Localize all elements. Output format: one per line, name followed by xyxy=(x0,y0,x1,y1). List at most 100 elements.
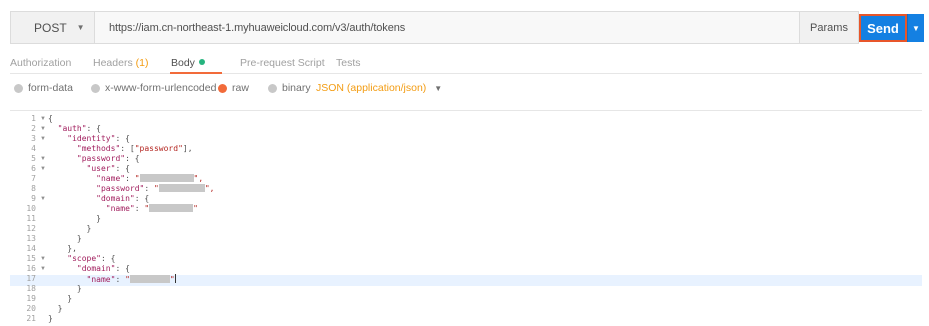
json-key: "name" xyxy=(86,275,116,284)
fold-toggle-icon[interactable]: ▼ xyxy=(40,114,46,124)
tab-label: Tests xyxy=(336,57,361,69)
tab-label: Authorization xyxy=(10,57,72,69)
radio-label: form-data xyxy=(28,82,73,94)
fold-toggle-icon[interactable]: ▼ xyxy=(40,194,46,204)
json-key: "scope" xyxy=(67,254,101,263)
tab-body[interactable]: Body xyxy=(171,57,205,69)
line-number: 15 xyxy=(26,254,36,263)
radio-label: x-www-form-urlencoded xyxy=(105,82,217,94)
json-punctuation xyxy=(48,154,77,163)
json-punctuation: ], xyxy=(182,144,193,153)
tab-label: Headers xyxy=(93,57,133,69)
line-number: 4 xyxy=(31,144,36,153)
code-line: } xyxy=(48,284,82,294)
code-line: "password": " ", xyxy=(48,184,214,194)
line-number: 20 xyxy=(26,304,36,313)
radio-label: raw xyxy=(232,82,249,94)
text-cursor xyxy=(174,274,176,283)
json-punctuation: }, xyxy=(48,244,77,253)
json-punctuation: : { xyxy=(100,254,116,263)
line-number: 3 xyxy=(31,134,36,143)
radio-raw[interactable]: raw xyxy=(218,82,249,94)
line-number: 17 xyxy=(26,274,36,283)
json-punctuation: : xyxy=(134,204,145,213)
json-punctuation: { xyxy=(48,114,53,123)
json-punctuation xyxy=(48,124,58,133)
url-input[interactable]: https://iam.cn-northeast-1.myhuaweicloud… xyxy=(94,11,800,44)
json-punctuation: : { xyxy=(115,164,130,173)
json-key: "methods" xyxy=(76,144,121,153)
json-key: "name" xyxy=(96,174,126,183)
line-number: 6 xyxy=(31,164,36,173)
method-select[interactable]: POST ▼ xyxy=(10,11,94,44)
json-punctuation xyxy=(48,254,67,263)
line-number: 21 xyxy=(26,314,36,323)
json-punctuation: } xyxy=(48,314,53,323)
code-line: "domain": { xyxy=(48,264,130,274)
code-line: } xyxy=(48,224,92,234)
json-punctuation xyxy=(48,144,77,153)
params-button[interactable]: Params xyxy=(800,11,859,44)
json-punctuation: : xyxy=(115,275,126,284)
line-number: 7 xyxy=(31,174,36,183)
json-key: "password" xyxy=(96,184,145,193)
code-line: "name": " " xyxy=(48,274,176,284)
line-number: 14 xyxy=(26,244,36,253)
json-punctuation: } xyxy=(48,224,92,233)
tab-authorization[interactable]: Authorization xyxy=(10,57,71,69)
body-indicator-dot-icon xyxy=(198,59,205,65)
radio-x-www-form-urlencoded[interactable]: x-www-form-urlencoded xyxy=(91,82,216,94)
code-line: "identity": { xyxy=(48,134,130,144)
json-punctuation: } xyxy=(48,284,82,293)
fold-toggle-icon[interactable]: ▼ xyxy=(40,154,46,164)
line-number: 8 xyxy=(31,184,36,193)
json-punctuation xyxy=(48,184,96,193)
line-number: 5 xyxy=(31,154,36,163)
tab-headers[interactable]: Headers (1) xyxy=(93,57,148,69)
json-punctuation: : { xyxy=(134,194,150,203)
tab-label: Body xyxy=(171,57,195,69)
radio-selected-icon xyxy=(218,83,227,93)
code-editor[interactable]: 1 ▼{2 ▼ "auth": {3 ▼ "identity": {4 "method… xyxy=(10,110,922,326)
json-punctuation xyxy=(48,275,87,284)
line-number: 18 xyxy=(26,284,36,293)
json-punctuation: : { xyxy=(115,264,130,273)
json-punctuation: } xyxy=(48,304,63,313)
code-line: } xyxy=(48,314,53,324)
send-options-chevron-icon[interactable]: ▼ xyxy=(907,14,924,42)
redacted-value xyxy=(139,174,194,182)
code-line: } xyxy=(48,304,63,314)
json-punctuation: : [ xyxy=(120,144,135,153)
send-button[interactable]: Send xyxy=(859,14,907,42)
line-number: 13 xyxy=(26,234,36,243)
json-punctuation xyxy=(48,204,106,213)
content-type-dropdown[interactable]: JSON (application/json) ▼ xyxy=(316,82,442,94)
radio-form-data[interactable]: form-data xyxy=(14,82,73,94)
json-punctuation: : { xyxy=(125,154,140,163)
json-string: "password" xyxy=(134,144,183,153)
method-label: POST xyxy=(34,20,67,35)
json-key: "domain" xyxy=(96,194,135,203)
fold-toggle-icon[interactable]: ▼ xyxy=(40,134,46,144)
code-line: } xyxy=(48,294,72,304)
fold-toggle-icon[interactable]: ▼ xyxy=(40,264,46,274)
radio-binary[interactable]: binary xyxy=(268,82,311,94)
fold-toggle-icon[interactable]: ▼ xyxy=(40,164,46,174)
tab-pre-request-script[interactable]: Pre-request Script xyxy=(240,57,325,69)
fold-toggle-icon[interactable]: ▼ xyxy=(40,124,46,134)
json-key: "password" xyxy=(76,154,126,163)
json-key: "identity" xyxy=(67,134,116,143)
line-number: 9 xyxy=(31,194,36,203)
line-number: 16 xyxy=(26,264,36,273)
code-line: }, xyxy=(48,244,77,254)
code-line: "password": { xyxy=(48,154,140,164)
fold-toggle-icon[interactable]: ▼ xyxy=(40,254,46,264)
line-number: 10 xyxy=(26,204,36,213)
redacted-value xyxy=(129,275,170,283)
json-key: "name" xyxy=(105,204,135,213)
json-key: "domain" xyxy=(76,264,116,273)
code-line: } xyxy=(48,214,101,224)
tab-count-badge: (1) xyxy=(135,57,149,69)
tab-tests[interactable]: Tests xyxy=(336,57,361,69)
json-punctuation: : { xyxy=(86,124,101,133)
